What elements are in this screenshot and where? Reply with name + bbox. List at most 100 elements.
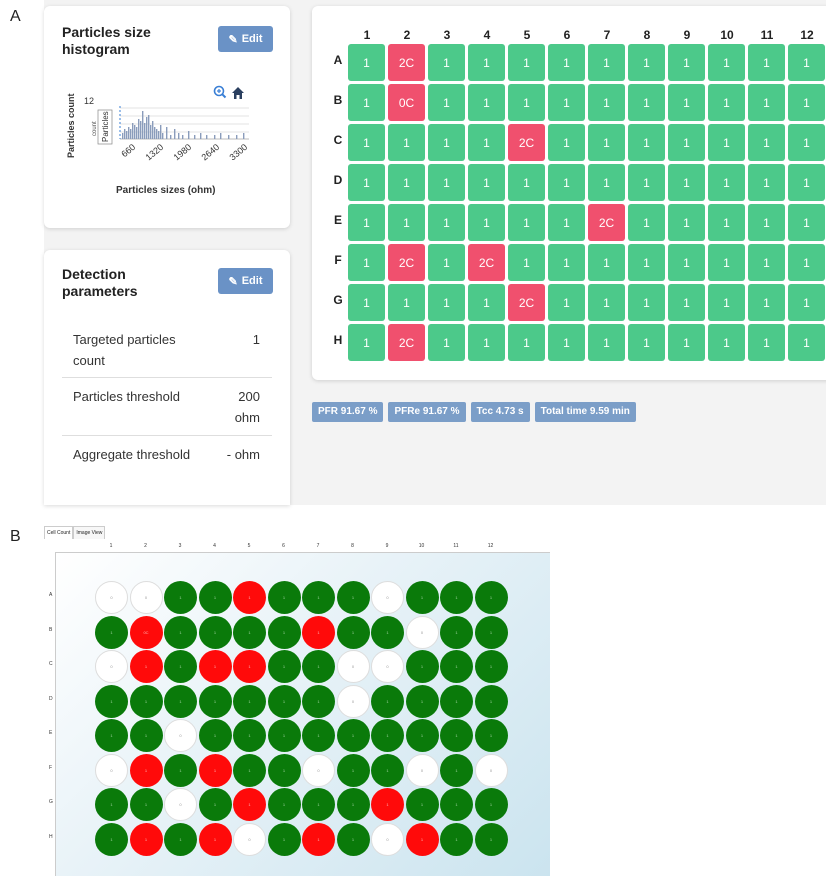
panel-b-well[interactable]: 1: [336, 822, 370, 856]
panel-b-well[interactable]: 1: [95, 615, 128, 649]
panel-b-well[interactable]: 1: [233, 788, 266, 821]
plate-well[interactable]: 1: [748, 324, 785, 361]
panel-b-well[interactable]: 1: [233, 753, 266, 787]
tab-cell-count[interactable]: Cell Count: [44, 526, 74, 539]
plate-well[interactable]: 2C: [388, 324, 425, 361]
panel-b-well[interactable]: 1: [336, 581, 370, 614]
plate-well[interactable]: 1: [348, 284, 385, 321]
panel-b-well[interactable]: 1: [302, 650, 335, 683]
panel-b-well[interactable]: 1: [198, 719, 232, 752]
panel-b-well[interactable]: 0: [302, 753, 335, 787]
panel-b-well[interactable]: 1: [474, 719, 508, 752]
panel-b-well[interactable]: 1: [233, 650, 266, 683]
plate-well[interactable]: 1: [668, 124, 705, 161]
panel-b-well[interactable]: 1: [198, 615, 232, 649]
plate-well[interactable]: 1: [348, 164, 385, 201]
plate-well[interactable]: 1: [548, 164, 585, 201]
plate-well[interactable]: 1: [508, 204, 545, 241]
panel-b-well[interactable]: 1: [267, 615, 301, 649]
panel-b-well[interactable]: 1: [302, 788, 335, 821]
panel-b-well[interactable]: 1: [371, 615, 404, 649]
plate-well[interactable]: 1: [708, 244, 745, 281]
plate-well[interactable]: 1: [428, 44, 465, 81]
panel-b-well[interactable]: 1: [233, 684, 266, 718]
plate-well[interactable]: 1: [588, 164, 625, 201]
panel-b-well[interactable]: 1: [302, 684, 335, 718]
panel-b-well[interactable]: 1: [129, 788, 163, 821]
panel-b-well[interactable]: 0: [95, 650, 128, 683]
plate-well[interactable]: 1: [388, 204, 425, 241]
panel-b-well[interactable]: 1: [267, 788, 301, 821]
tab-image-view[interactable]: Image View: [73, 526, 106, 539]
panel-b-well[interactable]: 0: [129, 581, 163, 614]
panel-b-well[interactable]: 1: [95, 719, 128, 752]
plate-well[interactable]: 1: [708, 84, 745, 121]
plate-well[interactable]: 2C: [468, 244, 505, 281]
plate-well[interactable]: 1: [748, 84, 785, 121]
panel-b-well[interactable]: 1: [336, 788, 370, 821]
plate-well[interactable]: 2C: [588, 204, 625, 241]
panel-b-well[interactable]: 0: [474, 753, 508, 787]
panel-b-well[interactable]: 1: [267, 719, 301, 752]
panel-b-well[interactable]: 1: [267, 684, 301, 718]
plate-well[interactable]: 1: [708, 204, 745, 241]
panel-b-well[interactable]: 1: [129, 719, 163, 752]
plate-well[interactable]: 1: [468, 324, 505, 361]
plate-well[interactable]: 1: [668, 244, 705, 281]
plate-well[interactable]: 1: [428, 284, 465, 321]
plate-well[interactable]: 1: [548, 324, 585, 361]
panel-b-well[interactable]: 1: [302, 615, 335, 649]
panel-b-well[interactable]: 1: [233, 581, 266, 614]
panel-b-well[interactable]: 1: [440, 684, 473, 718]
panel-b-well[interactable]: 1: [440, 581, 473, 614]
plate-well[interactable]: 1: [588, 84, 625, 121]
panel-b-well[interactable]: 1: [336, 753, 370, 787]
plate-well[interactable]: 1: [388, 284, 425, 321]
panel-b-well[interactable]: 1: [405, 581, 439, 614]
plate-well[interactable]: 1: [708, 124, 745, 161]
plate-well[interactable]: 1: [508, 324, 545, 361]
plate-well[interactable]: 1: [548, 244, 585, 281]
panel-b-well[interactable]: 1: [198, 822, 232, 856]
plate-well[interactable]: 1: [428, 84, 465, 121]
panel-b-well[interactable]: 1: [474, 650, 508, 683]
panel-b-well[interactable]: 1: [474, 615, 508, 649]
plate-well[interactable]: 1: [748, 164, 785, 201]
panel-b-well[interactable]: 0: [95, 581, 128, 614]
plate-well[interactable]: 1: [788, 84, 825, 121]
panel-b-well[interactable]: 1: [233, 719, 266, 752]
plate-well[interactable]: 1: [588, 244, 625, 281]
plate-well[interactable]: 1: [628, 124, 665, 161]
panel-b-well[interactable]: 1: [198, 788, 232, 821]
plate-well[interactable]: 1: [708, 324, 745, 361]
panel-b-well[interactable]: 1: [474, 822, 508, 856]
plate-well[interactable]: 1: [628, 204, 665, 241]
zoom-in-icon[interactable]: [213, 85, 227, 99]
plate-well[interactable]: 1: [788, 244, 825, 281]
panel-b-well[interactable]: 0: [371, 822, 404, 856]
plate-well[interactable]: 1: [588, 124, 625, 161]
plate-well[interactable]: 1: [668, 324, 705, 361]
plate-well[interactable]: 1: [628, 324, 665, 361]
plate-well[interactable]: 1: [628, 244, 665, 281]
plate-well[interactable]: 1: [668, 44, 705, 81]
plate-well[interactable]: 1: [788, 284, 825, 321]
plate-well[interactable]: 1: [668, 164, 705, 201]
panel-b-well[interactable]: 1: [95, 822, 128, 856]
plate-well[interactable]: 1: [668, 84, 705, 121]
plate-well[interactable]: 1: [428, 124, 465, 161]
plate-well[interactable]: 1: [348, 204, 385, 241]
panel-b-well[interactable]: 1: [198, 684, 232, 718]
panel-b-well[interactable]: 1: [267, 581, 301, 614]
detection-edit-button[interactable]: ✎ Edit: [218, 268, 273, 294]
plate-well[interactable]: 1: [628, 84, 665, 121]
panel-b-well[interactable]: 0C: [129, 615, 163, 649]
panel-b-well[interactable]: 1: [405, 719, 439, 752]
panel-b-well[interactable]: 0: [371, 650, 404, 683]
plate-well[interactable]: 1: [548, 204, 585, 241]
panel-b-well[interactable]: 1: [302, 719, 335, 752]
plate-well[interactable]: 1: [508, 164, 545, 201]
panel-b-well[interactable]: 1: [164, 581, 197, 614]
plate-well[interactable]: 1: [748, 124, 785, 161]
plate-well[interactable]: 1: [628, 44, 665, 81]
